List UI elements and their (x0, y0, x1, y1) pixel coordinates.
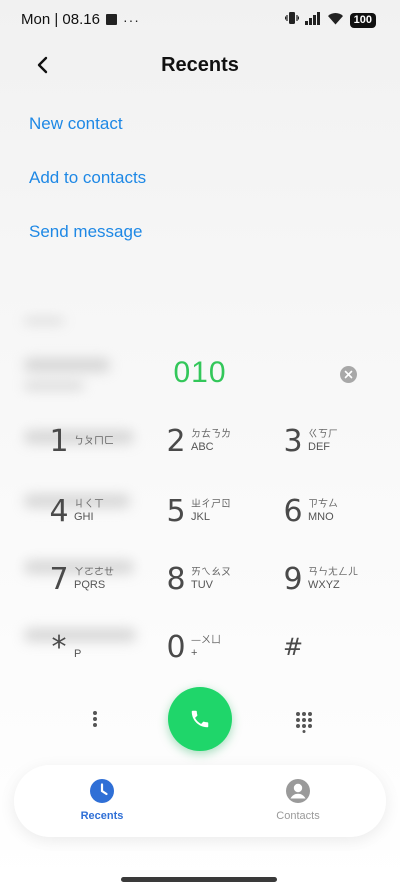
key-digit: 6 (283, 493, 303, 529)
key-letters: JKL (191, 511, 210, 523)
signal-icon (304, 11, 321, 30)
key-digit: 8 (166, 561, 186, 597)
call-button[interactable] (168, 687, 232, 751)
new-contact-link[interactable]: New contact (29, 114, 123, 134)
key-letters: P (74, 647, 82, 660)
key-4[interactable]: 4 ㄐㄑㄒ GHI (48, 486, 158, 536)
key-0[interactable]: 0 —ㄨㄩ + (165, 622, 275, 672)
key-5[interactable]: 5 ㄓㄔㄕㄖ JKL (165, 486, 275, 536)
key-zhuyin: ㄐㄑㄒ (74, 499, 104, 510)
key-6[interactable]: 6 ㄗㄘㄙ MNO (282, 486, 392, 536)
key-letters: WXYZ (308, 579, 340, 591)
key-digit: 9 (283, 561, 303, 597)
key-3[interactable]: 3 ㄍㄎㄏ DEF (282, 416, 392, 466)
key-digit: 4 (49, 493, 69, 529)
key-star[interactable]: * P (48, 622, 158, 672)
status-right: 100 (284, 11, 376, 30)
key-zhuyin: ㄞㄟㄠㄡ (191, 567, 231, 578)
key-letters: DEF (308, 441, 330, 453)
dialpad-toggle-button[interactable] (292, 710, 316, 734)
status-time: Mon | 08.16 (21, 11, 100, 28)
key-zhuyin: ㄗㄘㄙ (308, 499, 338, 510)
add-to-contacts-link[interactable]: Add to contacts (29, 168, 146, 188)
key-digit: # (282, 633, 304, 661)
key-letters: ABC (191, 441, 214, 453)
home-indicator[interactable] (121, 877, 277, 882)
key-zhuyin: ㄉㄊㄋㄌ (191, 429, 231, 440)
status-left: Mon | 08.16 ··· (21, 11, 140, 28)
tab-contacts-label: Contacts (276, 810, 320, 822)
key-zhuyin: ㄢㄣㄤㄥㄦ (308, 567, 358, 578)
status-bar: Mon | 08.16 ··· 100 (0, 0, 400, 40)
key-zhuyin: ㄓㄔㄕㄖ (191, 499, 231, 510)
key-digit: 1 (49, 423, 69, 459)
key-9[interactable]: 9 ㄢㄣㄤㄥㄦ WXYZ (282, 554, 392, 604)
clear-icon (344, 370, 353, 379)
clear-button[interactable] (340, 366, 357, 383)
page-title: Recents (161, 54, 239, 76)
dialpad-grid-icon (296, 712, 312, 733)
clock-icon (90, 779, 114, 803)
tab-recents[interactable]: Recents (57, 778, 147, 822)
more-options-button[interactable] (84, 706, 106, 732)
key-1[interactable]: 1 ㄅㄆㄇㄈ (48, 416, 158, 466)
key-7[interactable]: 7 ㄚㄛㄜㄝ PQRS (48, 554, 158, 604)
more-vertical-icon (93, 711, 97, 727)
key-digit: 5 (166, 493, 186, 529)
header: Recents (0, 40, 400, 90)
phone-icon (191, 710, 209, 728)
key-zhuyin: ㄚㄛㄜㄝ (74, 567, 114, 578)
key-letters: MNO (308, 511, 334, 523)
key-hash[interactable]: # (282, 622, 392, 672)
notification-icon (105, 14, 117, 25)
key-2[interactable]: 2 ㄉㄊㄋㄌ ABC (165, 416, 275, 466)
key-digit: 0 (166, 629, 186, 665)
tab-contacts[interactable]: Contacts (253, 778, 343, 822)
key-digit: 2 (166, 423, 186, 459)
key-letters: PQRS (74, 579, 106, 591)
person-icon (286, 779, 310, 803)
bottom-navigation: Recents Contacts (14, 765, 386, 837)
key-zhuyin: ㄍㄎㄏ (308, 429, 338, 440)
key-zhuyin: ㄅㄆㄇㄈ (74, 435, 114, 447)
send-message-link[interactable]: Send message (29, 222, 142, 242)
key-letters: + (191, 647, 198, 659)
key-digit: * (51, 629, 67, 665)
tab-recents-label: Recents (80, 810, 124, 822)
key-letters: GHI (74, 511, 94, 523)
key-8[interactable]: 8 ㄞㄟㄠㄡ TUV (165, 554, 275, 604)
more-notifications-icon: ··· (122, 11, 140, 28)
key-zhuyin: —ㄨㄩ (191, 635, 221, 646)
key-digit: 7 (49, 561, 69, 597)
battery-indicator: 100 (349, 13, 376, 28)
vibrate-icon (284, 11, 299, 30)
key-digit: 3 (283, 423, 303, 459)
key-letters: TUV (191, 579, 213, 591)
wifi-icon (327, 12, 344, 30)
